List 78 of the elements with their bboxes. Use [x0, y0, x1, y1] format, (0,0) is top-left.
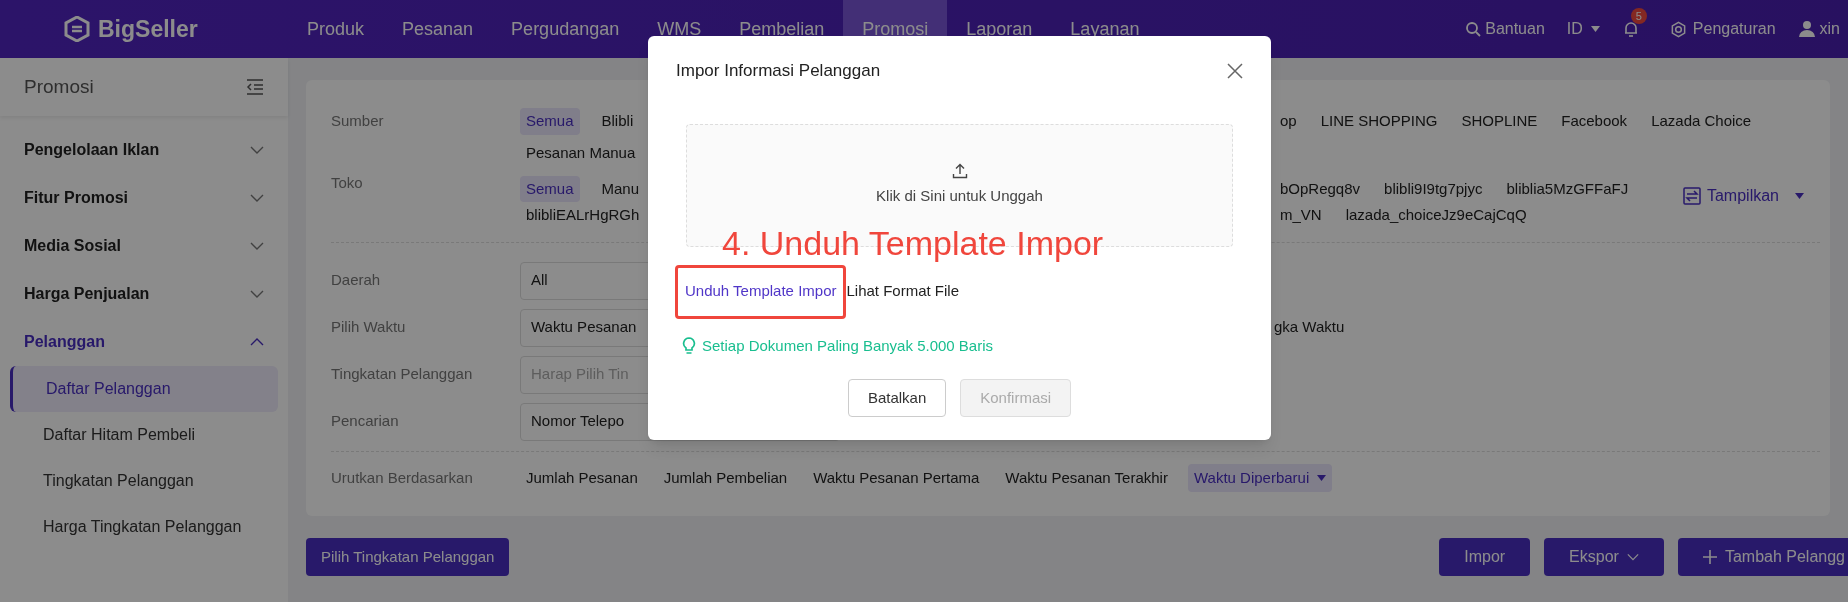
settings-icon — [1669, 20, 1687, 38]
filter-option[interactable]: m_VN — [1274, 202, 1328, 229]
filter-option[interactable]: LINE SHOPPING — [1314, 108, 1444, 135]
add-button[interactable]: Tambah Pelangg — [1677, 538, 1848, 576]
collapse-icon[interactable] — [246, 79, 264, 95]
filter-label: Urutkan Berdasarkan — [331, 467, 474, 488]
filter-label: Daerah — [331, 270, 382, 291]
select-level-button[interactable]: Pilih Tingkatan Pelanggan — [306, 538, 510, 576]
search-icon — [1465, 21, 1482, 37]
sort-option[interactable]: Jumlah Pembelian — [657, 463, 794, 493]
filter-option[interactable]: bOpRegq8v — [1274, 175, 1367, 203]
caret-icon — [1590, 26, 1600, 32]
sidebar-item[interactable]: Daftar Pelanggan — [10, 366, 278, 412]
sort-option[interactable]: Waktu Pesanan Pertama — [807, 463, 986, 493]
import-button[interactable]: Impor — [1439, 538, 1531, 576]
notification-badge: 5 — [1630, 8, 1647, 24]
filter-option[interactable]: SHOPLINE — [1455, 108, 1544, 135]
caret-icon — [1795, 193, 1804, 199]
dialog-title: Impor Informasi Pelanggan — [676, 60, 881, 82]
filter-label: Pilih Waktu — [331, 317, 407, 338]
settings-link[interactable]: Pengaturan — [1692, 17, 1776, 41]
sidebar-item[interactable]: Tingkatan Pelanggan — [10, 458, 278, 504]
user-name[interactable]: xin — [1819, 17, 1840, 41]
nav-tab[interactable]: Pesanan — [383, 0, 493, 58]
filter-option[interactable]: Semua — [520, 175, 580, 203]
cancel-button[interactable]: Batalkan — [847, 379, 947, 417]
filter-option[interactable]: op — [1274, 108, 1303, 135]
sidebar-group[interactable]: Media Sosial — [0, 222, 288, 270]
sort-option[interactable]: Waktu Pesanan Terakhir — [999, 463, 1174, 493]
upload-icon — [951, 162, 968, 179]
language-select[interactable]: ID — [1566, 17, 1600, 41]
download-template-link[interactable]: Unduh Template Impor — [685, 280, 837, 303]
file-format-link[interactable]: Lihat Format File — [846, 280, 960, 303]
chevron-up-icon — [250, 338, 264, 346]
chevron-down-icon — [250, 194, 264, 202]
upload-hint: Klik di Sini untuk Unggah — [876, 185, 1043, 206]
sidebar-group[interactable]: Fitur Promosi — [0, 174, 288, 222]
tip-text: Setiap Dokumen Paling Banyak 5.000 Baris — [702, 335, 993, 356]
nav-tab[interactable]: Produk — [288, 0, 384, 58]
nav-tab[interactable]: Pergudangan — [492, 0, 639, 58]
close-icon[interactable] — [1227, 62, 1243, 79]
filter-option[interactable]: lazada_choiceJz9eCajCqQ — [1339, 202, 1533, 229]
filter-option[interactable]: Lazada Choice — [1645, 108, 1758, 135]
sidebar-item[interactable]: Daftar Hitam Pembeli — [10, 412, 278, 458]
sidebar-title: Promosi — [24, 74, 94, 99]
user-icon — [1797, 20, 1816, 38]
filter-option[interactable]: blibli9I9tg7pjyc — [1378, 175, 1489, 203]
plus-icon — [1702, 550, 1717, 564]
chevron-down-icon — [250, 242, 264, 250]
display-button[interactable]: Tampilkan — [1682, 184, 1804, 208]
filter-label: Pencarian — [331, 411, 400, 432]
filter-option[interactable]: Facebook — [1555, 108, 1634, 135]
export-button[interactable]: Ekspor — [1544, 538, 1664, 576]
swap-icon — [1682, 187, 1701, 205]
filter-option[interactable]: Semua — [520, 108, 580, 135]
sidebar-group[interactable]: Pengelolaan Iklan — [0, 126, 288, 174]
sidebar-item[interactable]: Harga Tingkatan Pelanggan — [10, 504, 278, 550]
filter-option[interactable]: blibliEALrHgRGh — [520, 202, 646, 229]
help-link[interactable]: Bantuan — [1485, 17, 1545, 41]
filter-option[interactable]: Blibli — [595, 108, 640, 135]
filter-label: Tingkatan Pelanggan — [331, 364, 474, 385]
logo-icon — [64, 16, 90, 42]
sidebar-group[interactable]: Harga Penjualan — [0, 270, 288, 318]
filter-label: Sumber — [331, 111, 385, 131]
filter-option[interactable]: gka Waktu — [1274, 316, 1820, 339]
chevron-down-icon — [250, 290, 264, 298]
sort-option[interactable]: Waktu Diperbarui — [1187, 463, 1333, 493]
logo-text: BigSeller — [98, 14, 198, 44]
caret-icon — [1317, 475, 1327, 481]
chevron-down-icon — [1626, 553, 1639, 561]
filter-option[interactable]: Manu — [595, 175, 646, 203]
sidebar-group[interactable]: Pelanggan — [0, 318, 288, 366]
filter-option[interactable]: bliblia5MzGFFaFJ — [1500, 175, 1635, 203]
chevron-down-icon — [250, 146, 264, 154]
sort-option[interactable]: Jumlah Pesanan — [520, 463, 644, 493]
filter-label: Toko — [331, 173, 364, 193]
filter-option[interactable]: Pesanan Manua — [520, 140, 642, 167]
lightbulb-icon — [682, 336, 696, 355]
